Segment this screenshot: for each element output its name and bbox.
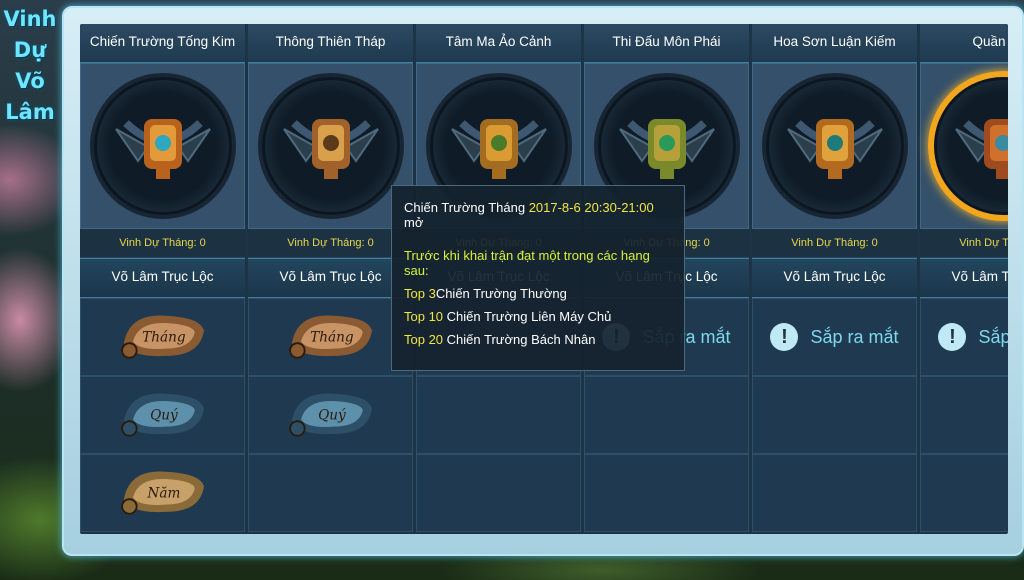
medal-slot[interactable] xyxy=(920,63,1008,229)
coming-soon-cell: ! Sắp ra mắt xyxy=(920,298,1008,376)
tooltip-rank-row: Top 3Chiến Trường Thường xyxy=(404,286,672,301)
reward-scroll-icon[interactable]: Quý xyxy=(113,381,213,450)
category-column[interactable]: Hoa Sơn Luận Kiếm Vinh Dự Tháng: 0 Võ Lâm … xyxy=(752,24,917,534)
reward-cell[interactable]: Quý xyxy=(80,376,245,454)
reward-scroll-icon[interactable]: Năm xyxy=(113,459,213,528)
medal-slot[interactable] xyxy=(80,63,245,229)
rank-name: Chiến Trường Liên Máy Chủ xyxy=(446,309,612,324)
reward-cell[interactable]: Tháng xyxy=(80,298,245,376)
category-title: Quần Anh xyxy=(920,24,1008,63)
reward-cell[interactable]: Năm xyxy=(80,454,245,532)
medal-icon xyxy=(276,89,386,204)
tooltip-title: Chiến Trường Tháng 2017-8-6 20:30-21:00 … xyxy=(404,200,672,230)
empty-cell xyxy=(920,454,1008,532)
medal-ring xyxy=(761,73,908,219)
exclamation-icon: ! xyxy=(770,323,799,351)
category-title: Chiến Trường Tống Kim xyxy=(80,24,245,63)
category-column[interactable]: Thông Thiên Tháp Vinh Dự Tháng: 0 Võ Lâm T… xyxy=(248,24,413,534)
medal-icon xyxy=(948,89,1008,204)
exclamation-icon: ! xyxy=(938,323,967,351)
reward-cell[interactable]: Tháng xyxy=(248,298,413,376)
monthly-honor: Vinh Dự Tháng: 0 xyxy=(80,229,245,258)
tooltip-rank-row: Top 20 Chiến Trường Bách Nhân xyxy=(404,332,672,347)
battle-tooltip: Chiến Trường Tháng 2017-8-6 20:30-21:00 … xyxy=(391,185,685,371)
empty-cell xyxy=(584,454,749,532)
subcategory-title: Võ Lâm Trục Lộc xyxy=(80,258,245,298)
reward-cell[interactable]: Quý xyxy=(248,376,413,454)
svg-text:Tháng: Tháng xyxy=(142,329,186,345)
coming-soon-label: Sắp ra mắt xyxy=(978,326,1008,347)
rank-label: Top 3 xyxy=(404,286,436,301)
empty-cell xyxy=(416,454,581,532)
empty-cell xyxy=(248,454,413,532)
category-column[interactable]: Quần Anh Vinh Dự Tháng: 0Võ Lâm Trục Lộc!… xyxy=(920,24,1008,534)
medal-slot[interactable] xyxy=(248,63,413,229)
empty-cell xyxy=(416,376,581,454)
category-title: Tâm Ma Ảo Cảnh xyxy=(416,24,581,63)
medal-ring xyxy=(927,71,1008,221)
side-title-line: Vinh xyxy=(3,7,57,31)
empty-cell xyxy=(752,454,917,532)
rank-name: Chiến Trường Bách Nhân xyxy=(446,332,596,347)
rank-label: Top 20 xyxy=(404,332,444,347)
tooltip-time: 2017-8-6 20:30-21:00 xyxy=(528,200,654,215)
reward-scroll-icon[interactable]: Quý xyxy=(281,381,381,450)
subcategory-title: Võ Lâm Trục Lộc xyxy=(248,258,413,298)
monthly-honor: Vinh Dự Tháng: 0 xyxy=(920,229,1008,258)
svg-text:Quý: Quý xyxy=(318,407,346,423)
tooltip-title-prefix: Chiến Trường Tháng xyxy=(404,200,526,215)
rank-name: Chiến Trường Thường xyxy=(435,286,567,301)
empty-cell xyxy=(752,376,917,454)
reward-scroll-icon[interactable]: Tháng xyxy=(113,303,213,372)
tooltip-title-suffix: mở xyxy=(404,215,424,230)
side-title: Vinh Dự Võ Lâm xyxy=(2,4,58,128)
monthly-honor: Vinh Dự Tháng: 0 xyxy=(248,229,413,258)
side-title-line: Dự xyxy=(13,38,47,62)
medal-slot[interactable] xyxy=(752,63,917,229)
empty-cell xyxy=(584,376,749,454)
monthly-honor: Vinh Dự Tháng: 0 xyxy=(752,229,917,258)
subcategory-title: Võ Lâm Trục Lộc xyxy=(752,258,917,298)
subcategory-title: Võ Lâm Trục Lộc xyxy=(920,258,1008,298)
category-title: Thông Thiên Tháp xyxy=(248,24,413,63)
category-title: Hoa Sơn Luận Kiếm xyxy=(752,24,917,63)
side-title-line: Lâm xyxy=(5,100,55,124)
medal-icon xyxy=(780,89,890,204)
coming-soon-label: Sắp ra mắt xyxy=(810,326,899,347)
tooltip-condition: Trước khi khai trận đạt một trong các hạ… xyxy=(404,248,650,278)
coming-soon-cell: ! Sắp ra mắt xyxy=(752,298,917,376)
reward-scroll-icon[interactable]: Tháng xyxy=(281,303,381,372)
svg-text:Năm: Năm xyxy=(146,485,180,501)
svg-text:Tháng: Tháng xyxy=(310,329,354,345)
empty-cell xyxy=(920,376,1008,454)
category-title: Thi Đấu Môn Phái xyxy=(584,24,749,63)
category-column[interactable]: Chiến Trường Tống Kim Vinh Dự Tháng: 0 Võ … xyxy=(80,24,245,534)
side-title-line: Võ xyxy=(15,69,45,93)
svg-text:Quý: Quý xyxy=(150,407,178,423)
tooltip-rank-row: Top 10 Chiến Trường Liên Máy Chủ xyxy=(404,309,672,324)
rank-label: Top 10 xyxy=(404,309,444,324)
medal-icon xyxy=(108,89,218,204)
medal-ring xyxy=(89,73,236,219)
medal-ring xyxy=(257,73,404,219)
